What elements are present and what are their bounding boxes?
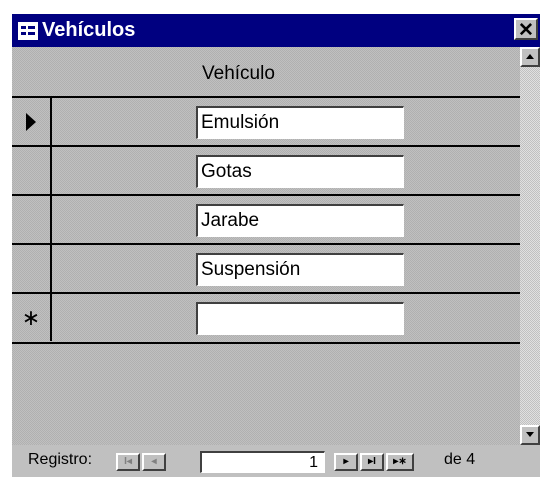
new-record-asterisk-icon: ∗ bbox=[21, 304, 41, 330]
record-total: de 4 bbox=[444, 451, 476, 468]
next-record-button[interactable]: ▸ bbox=[334, 453, 358, 471]
record-selector[interactable] bbox=[12, 98, 52, 145]
new-record-row: ∗ bbox=[12, 292, 520, 344]
vehiculo-field[interactable]: Jarabe bbox=[196, 204, 404, 237]
table-row: Gotas bbox=[12, 145, 520, 194]
scroll-down-button[interactable] bbox=[520, 425, 540, 445]
scroll-up-button[interactable] bbox=[520, 47, 540, 67]
vehiculo-field[interactable]: Emulsión bbox=[196, 106, 404, 139]
last-record-button[interactable]: ▸I bbox=[360, 453, 384, 471]
current-record-input[interactable]: 1 bbox=[200, 451, 325, 473]
first-record-button[interactable]: I◂ bbox=[116, 453, 140, 471]
window-title: Vehículos bbox=[42, 19, 136, 41]
vehiculo-field[interactable]: Gotas bbox=[196, 155, 404, 188]
new-vehiculo-field[interactable] bbox=[196, 302, 404, 335]
form-window: Vehículos ✕ Vehículo Emulsión Gotas Jara… bbox=[12, 14, 540, 477]
record-selector[interactable] bbox=[12, 147, 52, 194]
previous-record-button[interactable]: ◂ bbox=[142, 453, 166, 471]
record-selector[interactable] bbox=[12, 245, 52, 292]
record-navigation-bar: Registro: I◂ ◂ 1 ▸ ▸I ▸∗ de 4 bbox=[12, 445, 540, 477]
column-header-vehiculo: Vehículo bbox=[202, 63, 275, 84]
vehiculo-field[interactable]: Suspensión bbox=[196, 253, 404, 286]
table-row: Emulsión bbox=[12, 96, 520, 145]
form-body: Vehículo Emulsión Gotas Jarabe Suspensió… bbox=[12, 47, 520, 445]
record-selector[interactable] bbox=[12, 196, 52, 243]
new-record-button[interactable]: ▸∗ bbox=[386, 453, 414, 471]
title-bar[interactable]: Vehículos ✕ bbox=[12, 14, 540, 47]
table-row: Jarabe bbox=[12, 194, 520, 243]
close-button[interactable]: ✕ bbox=[514, 18, 538, 41]
new-record-selector[interactable]: ∗ bbox=[12, 294, 52, 341]
record-label: Registro: bbox=[28, 451, 93, 468]
table-row: Suspensión bbox=[12, 243, 520, 292]
datasheet-icon bbox=[18, 22, 38, 40]
current-record-arrow-icon bbox=[26, 112, 36, 131]
vertical-scrollbar[interactable] bbox=[520, 47, 540, 445]
